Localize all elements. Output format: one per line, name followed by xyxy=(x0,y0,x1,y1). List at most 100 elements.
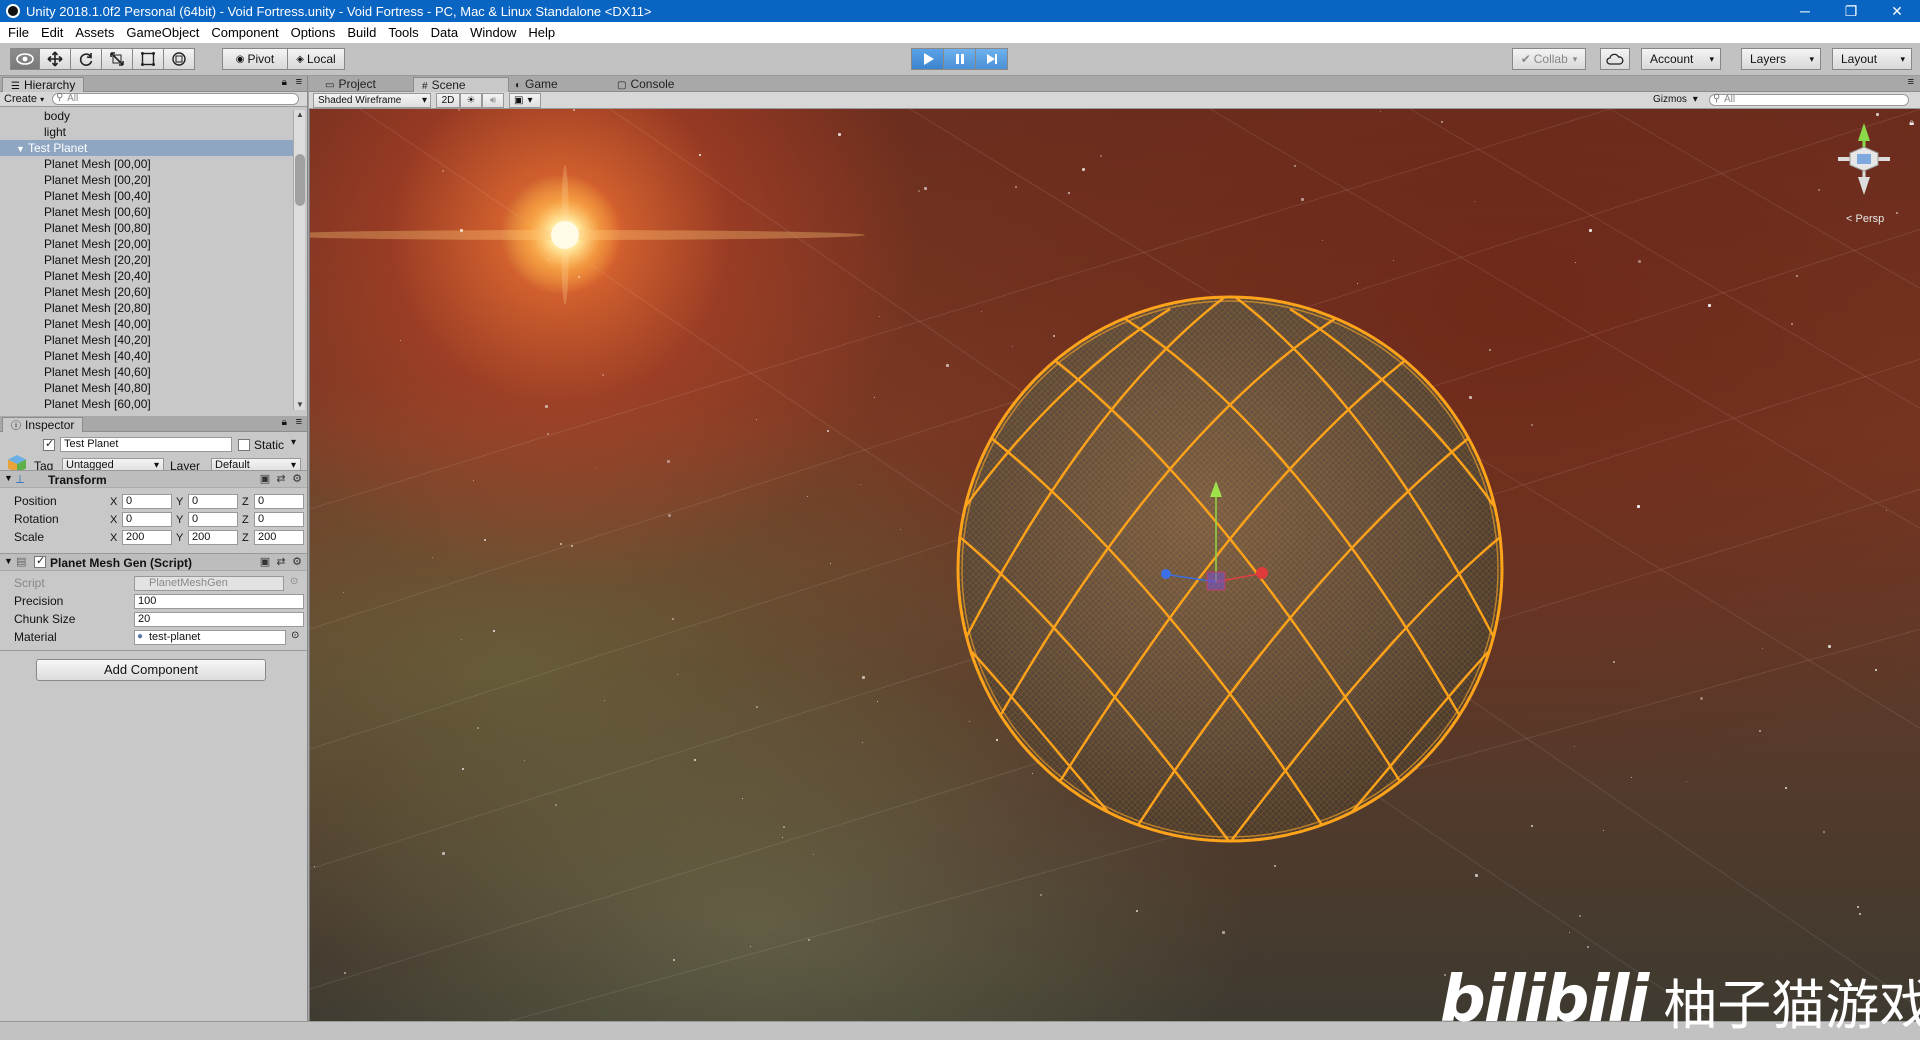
projection-label[interactable]: < Persp xyxy=(1846,213,1884,225)
hierarchy-item[interactable]: Planet Mesh [00,40] xyxy=(0,188,293,204)
gear-icon[interactable]: ⚙ xyxy=(291,556,303,568)
static-checkbox[interactable] xyxy=(238,439,250,451)
scrollbar-thumb[interactable] xyxy=(295,154,305,206)
menu-window[interactable]: Window xyxy=(464,25,522,40)
orientation-gizmo[interactable]: < Persp xyxy=(1824,119,1904,225)
close-button[interactable]: ✕ xyxy=(1874,0,1920,22)
active-checkbox[interactable] xyxy=(43,437,55,451)
rotation-y-field[interactable]: 0 xyxy=(188,512,238,527)
step-button[interactable] xyxy=(975,48,1008,70)
rect-tool-button[interactable] xyxy=(132,48,164,70)
hierarchy-search-input[interactable]: All xyxy=(52,93,299,105)
panel-menu-icon[interactable]: ≡ xyxy=(1908,76,1914,88)
restore-button[interactable]: ❐ xyxy=(1828,0,1874,22)
hierarchy-item[interactable]: Planet Mesh [20,00] xyxy=(0,236,293,252)
menu-file[interactable]: File xyxy=(2,25,35,40)
expand-arrow-icon[interactable]: ▼ xyxy=(16,141,28,157)
collapse-arrow-icon[interactable]: ▼ xyxy=(4,473,13,483)
script-component-header[interactable]: ▼ ▤ Planet Mesh Gen (Script) ▣ ⇄ ⚙ xyxy=(0,553,307,571)
layers-dropdown[interactable]: Layers ▾ xyxy=(1741,48,1821,70)
menu-gameobject[interactable]: GameObject xyxy=(120,25,205,40)
pivot-toggle[interactable]: ◉ Pivot xyxy=(222,48,288,70)
cloud-button[interactable] xyxy=(1600,48,1630,70)
transform-header[interactable]: ▼ ⟂ Transform ▣ ⇄ ⚙ xyxy=(0,470,307,488)
hierarchy-item[interactable]: Planet Mesh [20,20] xyxy=(0,252,293,268)
chevron-down-icon[interactable]: ▾ xyxy=(291,437,296,448)
move-tool-button[interactable] xyxy=(39,48,71,70)
lock-icon[interactable]: 🔒︎ xyxy=(282,417,287,428)
position-y-field[interactable]: 0 xyxy=(188,494,238,509)
preset-icon[interactable]: ⇄ xyxy=(275,473,287,485)
menu-tools[interactable]: Tools xyxy=(382,25,424,40)
menu-help[interactable]: Help xyxy=(522,25,561,40)
object-name-input[interactable]: Test Planet xyxy=(60,437,232,452)
menu-assets[interactable]: Assets xyxy=(69,25,120,40)
scroll-down-icon[interactable]: ▼ xyxy=(295,400,305,410)
scale-x-field[interactable]: 200 xyxy=(122,530,172,545)
tab-game[interactable]: ◐ Game xyxy=(507,77,597,92)
hierarchy-item[interactable]: Planet Mesh [00,60] xyxy=(0,204,293,220)
scale-z-field[interactable]: 200 xyxy=(254,530,304,545)
audio-toggle[interactable]: 🔊︎ xyxy=(482,93,504,108)
rotation-x-field[interactable]: 0 xyxy=(122,512,172,527)
gear-icon[interactable]: ⚙ xyxy=(291,473,303,485)
menu-build[interactable]: Build xyxy=(341,25,382,40)
hierarchy-item[interactable]: Planet Mesh [60,00] xyxy=(0,396,293,412)
scene-viewport[interactable]: < Persp 🔒︎ xyxy=(309,109,1920,1021)
hierarchy-item[interactable]: Planet Mesh [20,80] xyxy=(0,300,293,316)
collapse-arrow-icon[interactable]: ▼ xyxy=(4,556,13,566)
hierarchy-item[interactable]: Planet Mesh [40,80] xyxy=(0,380,293,396)
hierarchy-item[interactable]: Planet Mesh [00,80] xyxy=(0,220,293,236)
rotate-tool-button[interactable] xyxy=(70,48,102,70)
help-icon[interactable]: ▣ xyxy=(259,556,271,568)
menu-options[interactable]: Options xyxy=(285,25,342,40)
tab-console[interactable]: ▢ Console xyxy=(609,77,699,92)
hierarchy-scrollbar[interactable]: ▲ ▼ xyxy=(293,110,305,410)
layout-dropdown[interactable]: Layout ▾ xyxy=(1832,48,1912,70)
shading-mode-dropdown[interactable]: Shaded Wireframe ▾ xyxy=(313,93,431,108)
menu-component[interactable]: Component xyxy=(205,25,284,40)
component-enabled-checkbox[interactable] xyxy=(34,554,46,568)
position-z-field[interactable]: 0 xyxy=(254,494,304,509)
panel-menu-icon[interactable]: ≡ xyxy=(296,416,302,428)
scale-y-field[interactable]: 200 xyxy=(188,530,238,545)
collab-dropdown[interactable]: ✔ Collab ▾ xyxy=(1512,48,1586,70)
lighting-toggle[interactable]: ☀ xyxy=(460,93,482,108)
panel-menu-icon[interactable]: ≡ xyxy=(296,76,302,88)
play-button[interactable] xyxy=(911,48,944,70)
material-field[interactable]: test-planet xyxy=(134,630,286,645)
hierarchy-item[interactable]: body xyxy=(0,108,293,124)
add-component-button[interactable]: Add Component xyxy=(36,659,266,681)
local-toggle[interactable]: ◈ Local xyxy=(287,48,345,70)
help-icon[interactable]: ▣ xyxy=(259,473,271,485)
menu-data[interactable]: Data xyxy=(425,25,464,40)
menu-edit[interactable]: Edit xyxy=(35,25,69,40)
hierarchy-item[interactable]: ▼ Test Planet xyxy=(0,140,293,156)
rotation-z-field[interactable]: 0 xyxy=(254,512,304,527)
hierarchy-item[interactable]: Planet Mesh [00,20] xyxy=(0,172,293,188)
tab-hierarchy[interactable]: ☰ Hierarchy xyxy=(2,77,85,92)
hierarchy-item[interactable]: Planet Mesh [00,00] xyxy=(0,156,293,172)
lock-icon[interactable]: 🔒︎ xyxy=(1909,117,1914,128)
tab-inspector[interactable]: ⓘ Inspector xyxy=(2,417,84,432)
chunk-size-field[interactable]: 20 xyxy=(134,612,304,627)
preset-icon[interactable]: ⇄ xyxy=(275,556,287,568)
lock-icon[interactable]: 🔒︎ xyxy=(282,77,287,88)
view-tool-button[interactable] xyxy=(10,48,40,70)
account-dropdown[interactable]: Account ▾ xyxy=(1641,48,1721,70)
scene-search-input[interactable]: All xyxy=(1709,94,1909,106)
hierarchy-item[interactable]: Planet Mesh [40,00] xyxy=(0,316,293,332)
scroll-up-icon[interactable]: ▲ xyxy=(295,110,305,120)
hierarchy-item[interactable]: Planet Mesh [40,40] xyxy=(0,348,293,364)
tab-project[interactable]: ▭ Project xyxy=(317,77,407,92)
effects-dropdown[interactable]: ▣ ▾ xyxy=(509,93,541,108)
hierarchy-item[interactable]: Planet Mesh [40,60] xyxy=(0,364,293,380)
pause-button[interactable] xyxy=(943,48,976,70)
gizmos-dropdown[interactable]: Gizmos ▾ xyxy=(1649,93,1705,108)
2d-toggle[interactable]: 2D xyxy=(436,93,460,108)
hierarchy-item[interactable]: light xyxy=(0,124,293,140)
minimize-button[interactable]: ─ xyxy=(1782,0,1828,22)
transform-tool-button[interactable] xyxy=(163,48,195,70)
scale-tool-button[interactable] xyxy=(101,48,133,70)
create-dropdown[interactable]: Create ▾ xyxy=(4,93,44,105)
